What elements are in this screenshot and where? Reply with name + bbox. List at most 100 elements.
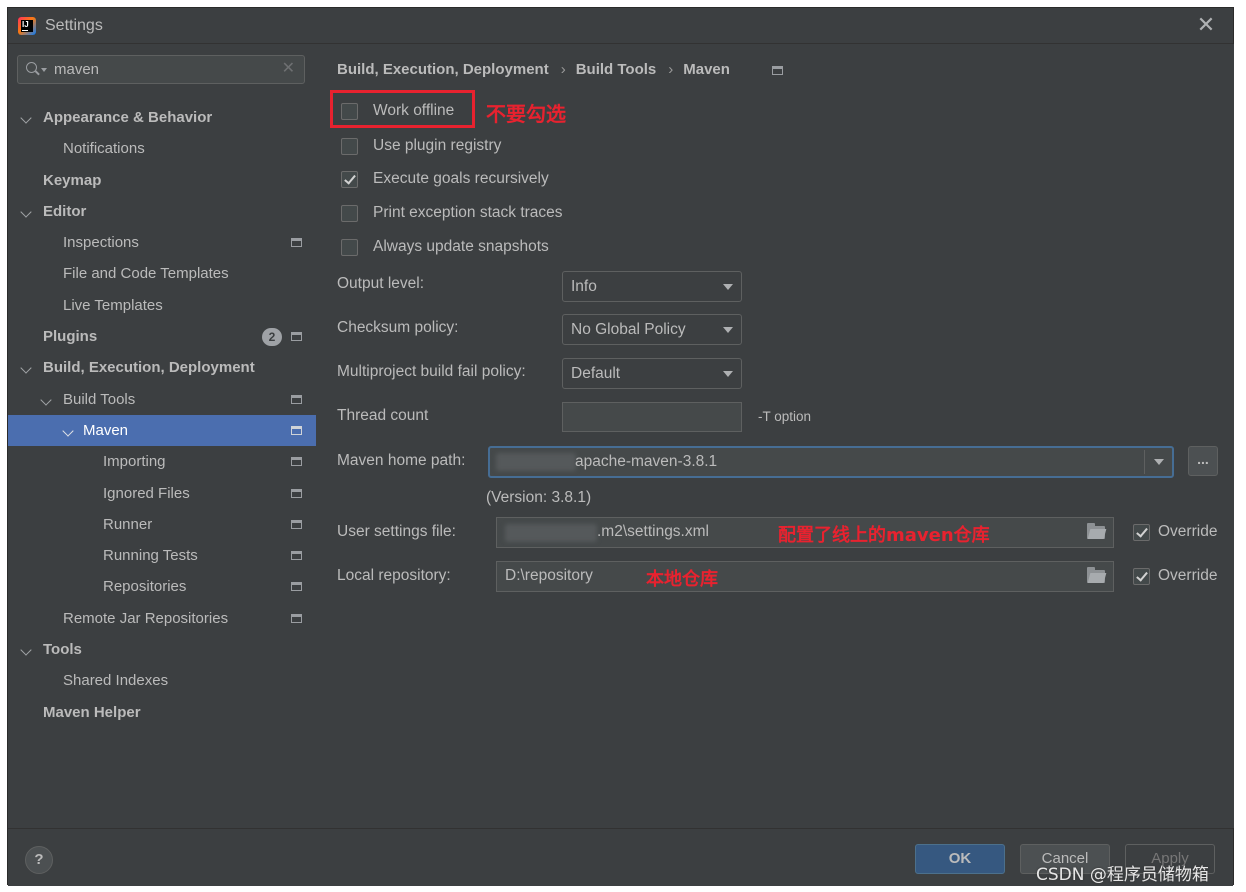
tree-item-label: Ignored Files (103, 484, 190, 502)
user-settings-override-checkbox-box[interactable] (1133, 524, 1150, 541)
use-plugin-registry-label[interactable]: Use plugin registry (373, 137, 501, 155)
settings-dialog: IJ Settings ✕ ✕ Appearance & Behavior Not… (7, 7, 1234, 886)
tree-item-repositories[interactable]: Repositories (8, 571, 316, 602)
tree-item-label: Shared Indexes (63, 672, 169, 690)
breadcrumb-item-build-tools[interactable]: Build Tools (576, 61, 657, 78)
multiproject-fail-policy-dropdown[interactable]: Default (562, 358, 742, 389)
maven-home-value[interactable]: apache-maven-3.8.1 (575, 453, 717, 471)
user-settings-value[interactable]: .m2\settings.xml (597, 523, 709, 541)
local-repository-annotation: 本地仓库 (646, 569, 718, 590)
browse-maven-home-button[interactable]: ... (1188, 446, 1218, 476)
project-settings-icon (291, 582, 302, 592)
user-settings-label: User settings file: (337, 523, 456, 540)
chevron-down-icon (723, 284, 733, 290)
tree-item-inspections[interactable]: Inspections (8, 227, 316, 258)
tree-item-label: Inspections (63, 234, 139, 252)
project-settings-icon (291, 519, 302, 529)
user-settings-override-label[interactable]: Override (1158, 523, 1217, 541)
chevron-down-icon[interactable] (20, 112, 32, 124)
tree-item-appearance-behavior[interactable]: Appearance & Behavior (8, 102, 316, 133)
thread-count-hint: -T option (758, 409, 812, 424)
tree-item-file-and-code-templates[interactable]: File and Code Templates (8, 258, 316, 289)
execute-goals-recursively-checkbox-box[interactable] (341, 171, 358, 188)
project-settings-icon (291, 394, 302, 404)
redacted-path-prefix (496, 453, 576, 471)
tree-item-tools[interactable]: Tools (8, 634, 316, 665)
chevron-down-icon[interactable] (20, 206, 32, 218)
print-exception-stack-traces-checkbox-box[interactable] (341, 205, 358, 222)
multiproject-fail-policy-label: Multiproject build fail policy: (337, 363, 526, 380)
tree-item-label: Importing (103, 453, 166, 471)
chevron-down-icon[interactable] (40, 394, 52, 406)
tree-item-running-tests[interactable]: Running Tests (8, 540, 316, 571)
local-repository-field[interactable]: D:\repository (496, 561, 1114, 592)
chevron-down-icon[interactable] (20, 362, 32, 375)
intellij-idea-icon: IJ (18, 17, 36, 35)
tree-item-label: Remote Jar Repositories (63, 609, 229, 627)
tree-item-runner[interactable]: Runner (8, 509, 316, 540)
tree-item-label: Editor (43, 202, 87, 220)
tree-item-keymap[interactable]: Keymap (8, 165, 316, 196)
chevron-down-icon[interactable] (20, 644, 32, 656)
tree-item-shared-indexes[interactable]: Shared Indexes (8, 665, 316, 696)
tree-item-plugins[interactable]: Plugins 2 (8, 321, 316, 352)
combo-separator (1144, 450, 1145, 474)
folder-icon[interactable] (1087, 523, 1105, 539)
help-icon[interactable]: ? (25, 846, 53, 874)
breadcrumb: Build, Execution, Deployment › Build Tools… (337, 61, 730, 78)
project-settings-icon (291, 332, 302, 342)
tree-item-build-execution-deployment[interactable]: Build, Execution, Deployment (8, 352, 316, 383)
tree-item-label: File and Code Templates (63, 265, 229, 283)
search-input[interactable] (54, 59, 274, 80)
local-repository-override-checkbox-box[interactable] (1133, 568, 1150, 585)
always-update-snapshots-label[interactable]: Always update snapshots (373, 238, 549, 256)
output-level-dropdown[interactable]: Info (562, 271, 742, 302)
title-bar: IJ Settings ✕ (8, 8, 1233, 44)
use-plugin-registry-checkbox-box[interactable] (341, 138, 358, 155)
tree-item-ignored-files[interactable]: Ignored Files (8, 478, 316, 509)
chevron-down-icon[interactable] (1154, 459, 1164, 465)
tree-item-label: Repositories (103, 578, 187, 596)
checksum-policy-value: No Global Policy (571, 321, 686, 338)
checksum-policy-dropdown[interactable]: No Global Policy (562, 314, 742, 345)
tree-item-build-tools[interactable]: Build Tools (8, 384, 316, 415)
chevron-down-icon (723, 327, 733, 333)
execute-goals-recursively-label[interactable]: Execute goals recursively (373, 170, 549, 188)
clear-search-icon[interactable]: ✕ (282, 60, 295, 78)
tree-item-label: Maven Helper (43, 703, 141, 721)
local-repository-value[interactable]: D:\repository (505, 567, 593, 585)
chevron-down-icon[interactable] (62, 425, 74, 437)
settings-search-field[interactable]: ✕ (17, 55, 305, 84)
work-offline-annotation: 不要勾选 (486, 102, 566, 126)
close-icon[interactable]: ✕ (1195, 14, 1217, 36)
breadcrumb-item-build-execution-deployment[interactable]: Build, Execution, Deployment (337, 61, 549, 78)
redacted-path-prefix (505, 524, 597, 542)
tree-item-remote-jar-repositories[interactable]: Remote Jar Repositories (8, 603, 316, 634)
tree-item-live-templates[interactable]: Live Templates (8, 290, 316, 321)
tree-item-label: Runner (103, 515, 153, 533)
tree-item-maven[interactable]: Maven (8, 414, 316, 447)
window-title: Settings (45, 17, 103, 34)
updates-count-badge: 2 (262, 328, 282, 347)
thread-count-input[interactable] (562, 402, 742, 432)
local-repository-override-label[interactable]: Override (1158, 567, 1217, 585)
print-exception-stack-traces-label[interactable]: Print exception stack traces (373, 204, 563, 222)
breadcrumb-separator-icon: › (668, 61, 674, 78)
search-icon[interactable] (26, 62, 40, 76)
tree-item-editor[interactable]: Editor (8, 196, 316, 227)
tree-item-maven-helper[interactable]: Maven Helper (8, 697, 316, 728)
maven-home-path-combo[interactable]: apache-maven-3.8.1 (488, 446, 1174, 478)
tree-item-importing[interactable]: Importing (8, 446, 316, 477)
ok-button[interactable]: OK (915, 844, 1005, 874)
maven-home-label: Maven home path: (337, 452, 466, 469)
search-history-dropdown-icon[interactable] (41, 68, 47, 72)
breadcrumb-item-maven: Maven (683, 61, 730, 78)
maven-settings-panel: Build, Execution, Deployment › Build Tools… (316, 44, 1234, 828)
user-settings-annotation: 配置了线上的maven仓库 (778, 525, 990, 546)
project-settings-icon (291, 613, 302, 623)
always-update-snapshots-checkbox-box[interactable] (341, 239, 358, 256)
work-offline-highlight-box (330, 90, 475, 128)
folder-icon[interactable] (1087, 567, 1105, 583)
tree-item-notifications[interactable]: Notifications (8, 133, 316, 164)
thread-count-label: Thread count (337, 407, 429, 424)
